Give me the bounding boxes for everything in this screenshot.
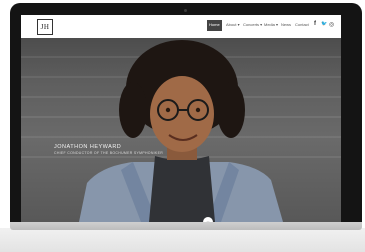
webcam (184, 9, 187, 12)
hair-left (119, 82, 147, 138)
monitor-chin (10, 222, 362, 230)
nav-news[interactable]: News (281, 22, 291, 27)
turtleneck-shape (149, 156, 215, 222)
nav-about[interactable]: About ▾ (226, 22, 240, 27)
nav-media[interactable]: Media ▾ (264, 22, 278, 27)
portrait-photo (79, 40, 283, 222)
site-header: JH Home About ▾ Concerts ▾ Media ▾ News … (21, 15, 341, 38)
twitter-icon[interactable]: 🐦 (321, 21, 327, 27)
eye-right (195, 107, 201, 113)
monitor-screen: JH Home About ▾ Concerts ▾ Media ▾ News … (21, 15, 341, 222)
nav-concerts[interactable]: Concerts ▾ (243, 22, 262, 27)
instagram-icon[interactable]: ◎ (329, 21, 334, 28)
chevron-down-icon: ⌄ (205, 219, 211, 222)
hero-section: JONATHON HEYWARD CHIEF CONDUCTOR OF THE … (21, 38, 341, 222)
monitor-stand (0, 228, 365, 252)
facebook-icon[interactable]: f (314, 21, 316, 27)
scroll-down-button[interactable]: ⌄ (203, 217, 213, 222)
nav-home[interactable]: Home (209, 22, 220, 27)
site-logo[interactable]: JH (37, 19, 53, 35)
nav-contact[interactable]: Contact (295, 22, 309, 27)
hero-title: JONATHON HEYWARD (54, 144, 122, 150)
hero-subtitle: CHIEF CONDUCTOR OF THE BOCHUMER SYMPHONI… (54, 151, 164, 155)
eye-left (165, 107, 171, 113)
hair-right (217, 82, 245, 138)
